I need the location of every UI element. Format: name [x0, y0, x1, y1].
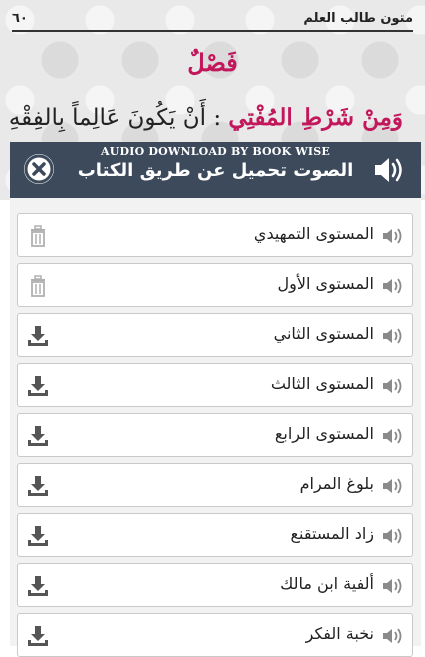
- audio-item[interactable]: المستوى الأول: [17, 263, 413, 307]
- audio-item[interactable]: بلوغ المرام: [17, 463, 413, 507]
- header-divider: [12, 30, 413, 32]
- section-heading: فَصْلٌ: [187, 48, 238, 77]
- close-circle-icon[interactable]: [24, 154, 54, 184]
- speaker-icon[interactable]: [382, 376, 404, 396]
- banner-title: الصوت تحميل عن طريق الكتاب: [77, 160, 354, 181]
- download-icon[interactable]: [26, 424, 50, 448]
- banner-subtitle: AUDIO DOWNLOAD BY BOOK WISE: [100, 145, 331, 158]
- speaker-icon[interactable]: [382, 626, 404, 646]
- audio-item-label: بلوغ المرام: [299, 474, 374, 493]
- book-header-title: متون طالب العلم: [303, 10, 413, 26]
- audio-item[interactable]: زاد المستقنع: [17, 513, 413, 557]
- audio-item-label: المستوى الأول: [277, 274, 374, 293]
- download-icon[interactable]: [26, 524, 50, 548]
- audio-item-label: ألفية ابن مالك: [280, 574, 374, 593]
- speaker-icon[interactable]: [382, 226, 404, 246]
- download-icon[interactable]: [26, 624, 50, 648]
- audio-item-label: نخبة الفكر: [305, 624, 374, 643]
- audio-item[interactable]: نخبة الفكر: [17, 613, 413, 657]
- audio-item[interactable]: ألفية ابن مالك: [17, 563, 413, 607]
- book-header: ٦٠ متون طالب العلم: [12, 6, 413, 30]
- speaker-icon[interactable]: [382, 426, 404, 446]
- audio-list: المستوى التمهيدي المستوى الأول المستوى ا…: [10, 198, 421, 657]
- audio-item-label: زاد المستقنع: [290, 524, 375, 543]
- book-text-highlight: وَمِنْ شَرْطِ المُفْتِي: [228, 104, 403, 131]
- download-icon[interactable]: [26, 574, 50, 598]
- speaker-icon[interactable]: [382, 276, 404, 296]
- audio-item-label: المستوى الثاني: [273, 324, 374, 343]
- speaker-icon[interactable]: [373, 154, 407, 186]
- page-number: ٦٠: [12, 10, 28, 26]
- audio-item[interactable]: المستوى الرابع: [17, 413, 413, 457]
- audio-item[interactable]: المستوى الثاني: [17, 313, 413, 357]
- audio-item[interactable]: المستوى التمهيدي: [17, 213, 413, 257]
- audio-download-banner: AUDIO DOWNLOAD BY BOOK WISE الصوت تحميل …: [10, 142, 421, 198]
- speaker-icon[interactable]: [382, 326, 404, 346]
- trash-icon[interactable]: [26, 224, 50, 248]
- speaker-icon[interactable]: [382, 576, 404, 596]
- book-text-body: أَنْ يَكُونَ عَالِماً بِالفِقْهِ: [8, 105, 206, 131]
- download-icon[interactable]: [26, 474, 50, 498]
- speaker-icon[interactable]: [382, 526, 404, 546]
- audio-item-label: المستوى الثالث: [270, 374, 374, 393]
- audio-item[interactable]: المستوى الثالث: [17, 363, 413, 407]
- trash-icon[interactable]: [26, 274, 50, 298]
- speaker-icon[interactable]: [382, 476, 404, 496]
- book-text-line: وَمِنْ شَرْطِ المُفْتِي : أَنْ يَكُونَ ع…: [9, 104, 403, 131]
- download-icon[interactable]: [26, 324, 50, 348]
- download-icon[interactable]: [26, 374, 50, 398]
- audio-item-label: المستوى التمهيدي: [253, 224, 374, 243]
- audio-item-label: المستوى الرابع: [274, 424, 374, 443]
- book-text-colon: :: [213, 105, 222, 131]
